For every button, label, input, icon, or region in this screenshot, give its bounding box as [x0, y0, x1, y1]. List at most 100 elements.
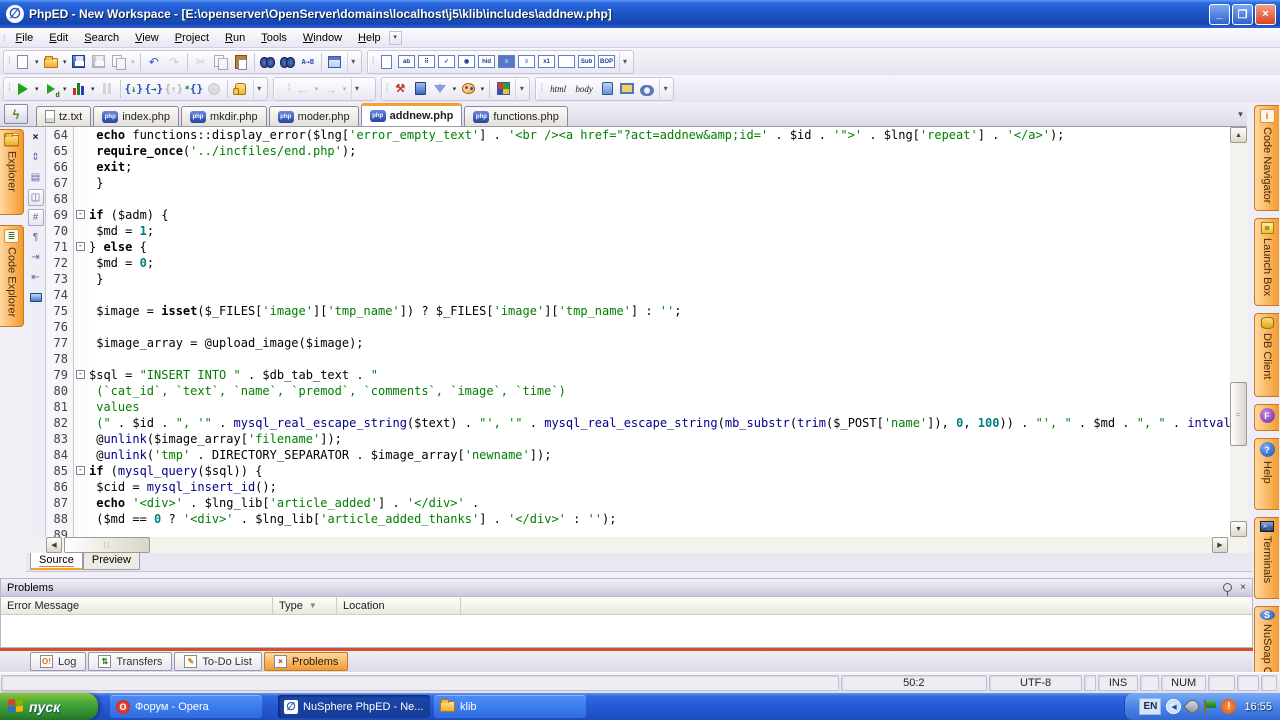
menu-item-tools[interactable]: Tools [253, 30, 295, 46]
insert-link-button[interactable] [637, 79, 657, 99]
insert-clipboard-button[interactable] [597, 79, 617, 99]
code-editor[interactable]: 64 echo functions::display_error($lng['e… [46, 127, 1230, 537]
save-as-dropdown[interactable]: ▾ [129, 58, 137, 66]
new-file-button[interactable] [13, 52, 33, 72]
form-listbox-button[interactable]: ≡ [497, 52, 517, 72]
save-all-button[interactable] [89, 52, 109, 72]
view-tab-source[interactable]: Source [30, 553, 83, 570]
column-header-error-message[interactable]: Error Message [1, 597, 273, 614]
run-debug-dropdown[interactable]: ▾ [61, 85, 69, 93]
filter-dropdown[interactable]: ▾ [450, 85, 458, 93]
run-button[interactable] [13, 79, 33, 99]
redo-button[interactable]: ↷ [164, 52, 184, 72]
color-picker-button[interactable] [493, 79, 513, 99]
fold-marker-icon[interactable]: - [76, 466, 85, 475]
menu-item-edit[interactable]: Edit [41, 30, 76, 46]
find-in-files-button[interactable] [278, 52, 298, 72]
alert-icon[interactable]: ! [1221, 699, 1236, 714]
highlight-dropdown[interactable]: ▾ [478, 85, 486, 93]
split-view-icon[interactable]: ⇕ [28, 149, 44, 166]
panel-tab-terminals[interactable]: >_Terminals [1254, 517, 1279, 599]
form-hidden-button[interactable]: hid [477, 52, 497, 72]
toolbar-overflow-chevron-icon[interactable]: ▾ [619, 52, 631, 72]
scroll-right-icon[interactable]: ▶ [1212, 537, 1228, 553]
copy-button[interactable] [211, 52, 231, 72]
save-button[interactable] [69, 52, 89, 72]
form-grid-button[interactable]: ⠿ [417, 52, 437, 72]
panel-tab-launch-box[interactable]: ≣Launch Box [1254, 218, 1279, 306]
task-button-phped[interactable]: ∅NuSphere PhpED - Ne... [278, 695, 430, 718]
navigate-back-button[interactable]: ← [293, 79, 313, 99]
language-indicator[interactable]: EN [1139, 698, 1161, 715]
panel-tab-code-navigator[interactable]: iCode Navigator [1254, 105, 1279, 211]
form-bop-button[interactable]: BOP [597, 52, 617, 72]
step-over-button[interactable]: {→} [144, 79, 164, 99]
panel-tab-db-client[interactable]: DB Client [1254, 313, 1279, 397]
pause-button[interactable] [97, 79, 117, 99]
goto-button[interactable]: ϟ [4, 104, 28, 124]
new-file-dropdown[interactable]: ▾ [33, 58, 41, 66]
horizontal-scroll-thumb[interactable]: ⁞⁞ [64, 537, 150, 553]
editor-horizontal-scrollbar[interactable]: ◀ ⁞⁞ ▶ [46, 537, 1228, 553]
cut-button[interactable]: ✂ [191, 52, 211, 72]
show-paragraph-icon[interactable]: ¶ [28, 229, 44, 246]
form-page-button[interactable] [377, 52, 397, 72]
form-blank-button[interactable] [557, 52, 577, 72]
find-button[interactable] [258, 52, 278, 72]
fit-window-button[interactable] [325, 52, 345, 72]
run-debug-button[interactable]: d [41, 79, 61, 99]
stop-button[interactable]: × [204, 79, 224, 99]
restore-button[interactable]: ❐ [1232, 4, 1253, 25]
outdent-icon[interactable]: ⇤ [28, 269, 44, 286]
deploy-button[interactable] [410, 79, 430, 99]
menu-item-help[interactable]: Help [350, 30, 389, 46]
panel-tab-f-badge[interactable]: F [1254, 404, 1279, 431]
open-file-dropdown[interactable]: ▾ [61, 58, 69, 66]
settings-button[interactable]: ⚒ [390, 79, 410, 99]
save-as-button[interactable] [109, 52, 129, 72]
pin-icon[interactable] [1223, 583, 1232, 592]
problems-list[interactable] [1, 615, 1252, 647]
menu-item-project[interactable]: Project [167, 30, 217, 46]
highlight-button[interactable] [458, 79, 478, 99]
form-submit-button[interactable]: Sub [577, 52, 597, 72]
vertical-scroll-thumb[interactable]: = [1230, 382, 1247, 446]
menu-item-file[interactable]: File [8, 30, 42, 46]
close-panel-icon[interactable]: × [1240, 582, 1246, 593]
bottom-tab-problems[interactable]: ×Problems [264, 652, 348, 671]
toolbar-overflow-chevron-icon[interactable]: ▾ [347, 52, 359, 72]
network-dish-icon[interactable] [1184, 697, 1202, 715]
close-pane-icon[interactable]: × [28, 129, 44, 146]
doc-tab-tz.txt[interactable]: tz.txt [36, 106, 91, 126]
bottom-tab-log[interactable]: O!Log [30, 652, 86, 671]
step-into-button[interactable]: {↓} [124, 79, 144, 99]
view-tab-preview[interactable]: Preview [83, 553, 140, 570]
menu-item-window[interactable]: Window [295, 30, 350, 46]
navigate-back-dropdown[interactable]: ▾ [313, 85, 321, 93]
toolbar-overflow-chevron-icon[interactable]: ▾ [515, 79, 527, 99]
form-textinput-button[interactable]: ab [397, 52, 417, 72]
indent-icon[interactable]: ⇥ [28, 249, 44, 266]
task-button-opera[interactable]: OФорум - Opera [110, 695, 262, 718]
toolbar-overflow-chevron-icon[interactable]: ▾ [253, 79, 265, 99]
menu-item-view[interactable]: View [127, 30, 167, 46]
open-file-button[interactable] [41, 52, 61, 72]
fold-marker-icon[interactable]: - [76, 210, 85, 219]
minimize-button[interactable]: _ [1209, 4, 1230, 25]
panel-tab-explorer[interactable]: Explorer [0, 129, 24, 215]
fold-marker-icon[interactable]: - [76, 370, 85, 379]
insert-image-button[interactable] [617, 79, 637, 99]
column-header-location[interactable]: Location [337, 597, 461, 614]
green-flag-icon[interactable] [1204, 700, 1216, 714]
menu-item-run[interactable]: Run [217, 30, 253, 46]
hide-tray-icons-icon[interactable]: ◀ [1166, 699, 1181, 714]
fold-marker-icon[interactable]: - [76, 242, 85, 251]
panel-tab-help[interactable]: ?Help [1254, 438, 1279, 510]
panel-tab-code-explorer[interactable]: ≣Code Explorer [0, 225, 24, 327]
doc-tab-functions.php[interactable]: phpfunctions.php [464, 106, 567, 126]
doc-tab-mkdir.php[interactable]: phpmkdir.php [181, 106, 267, 126]
doc-tab-moder.php[interactable]: phpmoder.php [269, 106, 359, 126]
menu-overflow-chevron-icon[interactable]: ▾ [389, 31, 402, 45]
toolbar-overflow-chevron-icon[interactable]: ▾ [659, 79, 671, 99]
html-tag-button[interactable]: html [545, 79, 571, 99]
